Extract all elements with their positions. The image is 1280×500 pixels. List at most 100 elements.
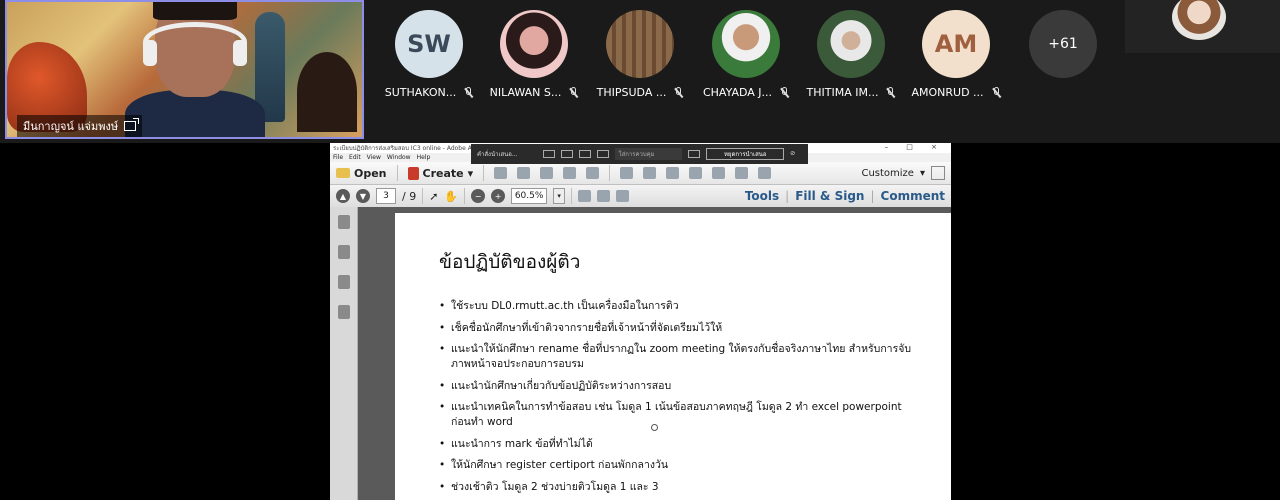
camera-icon[interactable] [560, 150, 573, 158]
participant-tile[interactable]: CHAYADA J... [693, 10, 799, 99]
customize-label: Customize [861, 167, 914, 179]
participant-tile[interactable]: NILAWAN S... [481, 10, 587, 99]
avatar [500, 10, 568, 78]
fit-page-icon[interactable] [578, 190, 592, 202]
more-participants-button[interactable]: +61 [1010, 10, 1116, 78]
stop-share-button[interactable]: หยุดการนำเสนอ [706, 148, 785, 160]
next-page-icon[interactable]: ▼ [356, 189, 370, 203]
panel-links: Tools | Fill & Sign | Comment [744, 189, 945, 203]
sign-icon[interactable] [758, 167, 772, 179]
participant-tile[interactable]: AM AMONRUD ... [903, 10, 1009, 99]
share-control-bar: คำสั่งนำเสนอ... ใส่การควบคุม หยุดการนำเส… [471, 144, 808, 164]
avatar [712, 10, 780, 78]
bullet-list: ใช้ระบบ DL0.rmutt.ac.th เป็นเครื่องมือใน… [439, 299, 919, 500]
menu-window[interactable]: Window [387, 154, 411, 161]
muted-mic-icon [674, 86, 683, 99]
muted-mic-icon [780, 86, 789, 99]
zoom-out-icon[interactable]: − [471, 189, 486, 203]
window-controls[interactable]: – □ × [885, 143, 945, 151]
muted-mic-icon [992, 86, 1001, 99]
fit-width-icon[interactable] [597, 190, 611, 202]
list-item: ช่วงเช้าติว โมดูล 2 ช่วงบ่ายติวโมดูล 1 แ… [439, 480, 919, 495]
page-total: / 9 [402, 189, 417, 203]
page-thumbnails-icon[interactable] [337, 215, 350, 229]
save-icon[interactable] [494, 167, 508, 179]
list-item: ใช้ระบบ DL0.rmutt.ac.th เป็นเครื่องมือใน… [439, 299, 919, 314]
annotate-select[interactable]: ใส่การควบคุม [614, 148, 683, 160]
create-label: Create [422, 166, 464, 180]
more-participants-count: +61 [1029, 10, 1097, 78]
acrobat-window: ระเบียบปฏิบัติการส่งเสริมสอบ IC3 online … [330, 143, 951, 500]
menu-help[interactable]: Help [417, 154, 431, 161]
export-icon[interactable] [712, 167, 726, 179]
email-icon[interactable] [586, 167, 600, 179]
bookmarks-icon[interactable] [337, 245, 350, 259]
zoom-input[interactable]: 60.5% [511, 188, 548, 204]
read-mode-icon[interactable] [616, 190, 630, 202]
folder-icon [336, 168, 350, 178]
pause-share-icon[interactable] [688, 150, 701, 158]
upload-icon[interactable] [517, 167, 531, 179]
zoom-dropdown[interactable]: ▾ [553, 188, 566, 204]
fill-sign-link[interactable]: Fill & Sign [795, 189, 864, 203]
background-foliage [297, 52, 357, 132]
participant-tile[interactable]: SW SUTHAKON... [376, 10, 482, 99]
comment-icon[interactable] [643, 167, 657, 179]
expand-icon[interactable] [931, 166, 945, 180]
select-tool-icon[interactable]: ➚ [429, 190, 438, 203]
avatar [817, 10, 885, 78]
active-speaker-video[interactable]: มีนกาญจน์ แจ่มพงษ์ [5, 0, 364, 139]
participant-name: AMONRUD ... [911, 86, 984, 99]
comment-link[interactable]: Comment [881, 189, 945, 203]
open-label: Open [354, 166, 387, 180]
signatures-icon[interactable] [337, 305, 350, 319]
settings-icon[interactable] [620, 167, 634, 179]
speaker-name: มีนกาญจน์ แจ่มพงษ์ [23, 120, 119, 133]
participant-name: SUTHAKON... [384, 86, 457, 99]
tools-link[interactable]: Tools [745, 189, 779, 203]
document-title: ข้อปฏิบัติของผู้ติว [439, 251, 581, 273]
prev-page-icon[interactable]: ▲ [336, 189, 350, 203]
main-toolbar: Open Create ▾ Customize ▾ [330, 162, 951, 185]
print-icon[interactable] [540, 167, 554, 179]
delete-page-icon[interactable] [689, 167, 703, 179]
create-pdf-icon [407, 166, 419, 180]
view-option-icon[interactable] [542, 150, 555, 158]
mic-icon[interactable] [578, 150, 591, 158]
open-button[interactable]: Open [336, 167, 387, 180]
menu-edit[interactable]: Edit [349, 154, 361, 161]
participants-icon[interactable] [596, 150, 609, 158]
mouse-cursor-icon [651, 424, 658, 431]
list-item: แนะนำนักศึกษาเกี่ยวกับข้อปฏิบัติระหว่างก… [439, 379, 919, 394]
document-viewport[interactable]: ข้อปฏิบัติของผู้ติว ใช้ระบบ DL0.rmutt.ac… [358, 207, 951, 500]
highlight-icon[interactable] [666, 167, 680, 179]
nav-toolbar: ▲ ▼ 3 / 9 ➚ ✋ − + 60.5% ▾ Tools | Fill &… [330, 185, 951, 208]
participant-tile[interactable]: THIPSUDA ... [587, 10, 693, 99]
participant-name: THITIMA IM... [806, 86, 879, 99]
attachments-icon[interactable] [337, 275, 350, 289]
insert-icon[interactable] [735, 167, 749, 179]
edit-icon[interactable] [563, 167, 577, 179]
speaker-figure [125, 2, 265, 137]
list-item: แนะนำให้นักศึกษา rename ชื่อที่ปรากฏใน z… [439, 342, 919, 372]
muted-mic-icon [464, 86, 473, 99]
muted-mic-icon [569, 86, 578, 99]
create-button[interactable]: Create ▾ [407, 166, 473, 180]
navigation-pane [330, 207, 358, 500]
hand-tool-icon[interactable]: ✋ [444, 190, 458, 203]
muted-mic-icon [886, 86, 895, 99]
list-item: เช็คชื่อนักศึกษาที่เข้าติวจากรายชื่อที่เ… [439, 321, 919, 336]
page-number-input[interactable]: 3 [376, 188, 396, 204]
list-item: แนะนำการ mark ข้อที่ทำไม่ได้ [439, 437, 919, 452]
menu-file[interactable]: File [333, 154, 343, 161]
zoom-in-icon[interactable]: + [491, 189, 506, 203]
menu-view[interactable]: View [367, 154, 381, 161]
customize-button[interactable]: Customize ▾ [861, 166, 945, 180]
participant-name: CHAYADA J... [702, 86, 773, 99]
window-title: ระเบียบปฏิบัติการส่งเสริมสอบ IC3 online … [333, 145, 491, 152]
self-view-tile[interactable] [1125, 0, 1280, 53]
participant-tile[interactable]: THITIMA IM... [798, 10, 904, 99]
share-control-title: คำสั่งนำเสนอ... [477, 151, 518, 158]
self-avatar [1172, 0, 1226, 40]
pin-icon[interactable]: ⊘ [790, 150, 802, 158]
